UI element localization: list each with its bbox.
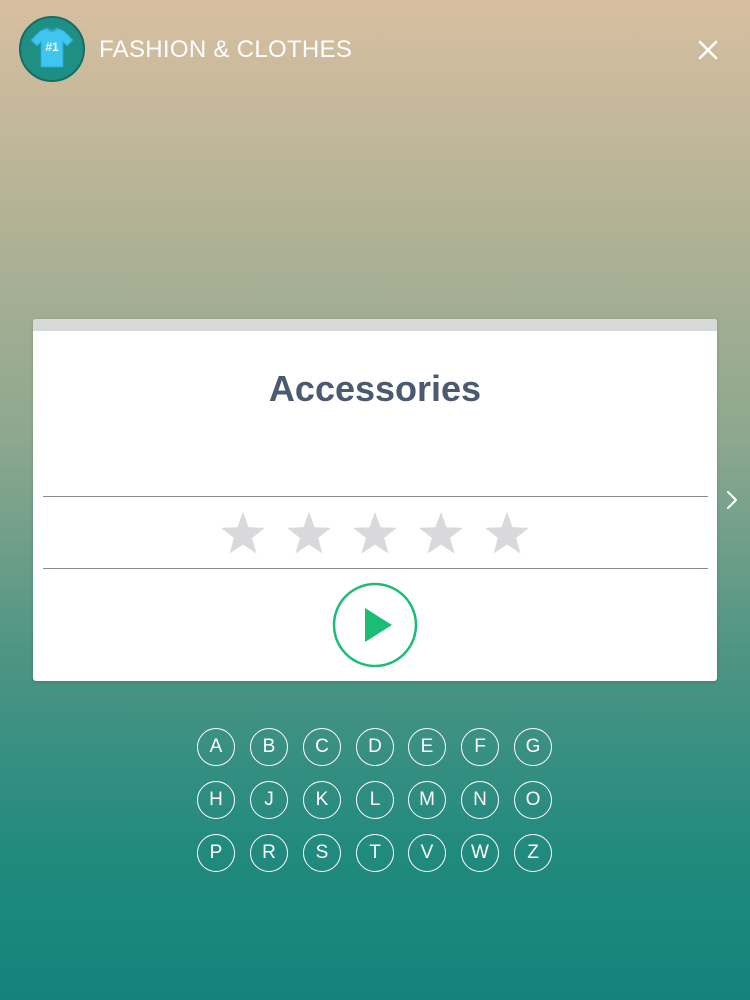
- letter-button-g[interactable]: G: [514, 728, 552, 766]
- category-title: FASHION & CLOTHES: [99, 36, 353, 63]
- tshirt-logo-icon: #1: [19, 16, 85, 82]
- letter-button-t[interactable]: T: [356, 834, 394, 872]
- letter-button-d[interactable]: D: [356, 728, 394, 766]
- play-button[interactable]: [332, 582, 418, 668]
- next-level-arrow[interactable]: [722, 486, 742, 514]
- letter-button-s[interactable]: S: [303, 834, 341, 872]
- star-3-icon: [353, 512, 397, 554]
- header: #1 FASHION & CLOTHES: [0, 0, 750, 100]
- close-icon: [698, 40, 718, 60]
- star-2-icon: [287, 512, 331, 554]
- letter-button-c[interactable]: C: [303, 728, 341, 766]
- letter-button-f[interactable]: F: [461, 728, 499, 766]
- divider-top: [43, 496, 708, 497]
- star-4-icon: [419, 512, 463, 554]
- level-title: Accessories: [268, 368, 482, 409]
- letter-button-j[interactable]: J: [250, 781, 288, 819]
- letter-button-k[interactable]: K: [303, 781, 341, 819]
- letter-button-l[interactable]: L: [356, 781, 394, 819]
- letter-button-n[interactable]: N: [461, 781, 499, 819]
- play-icon: [332, 582, 418, 668]
- letter-button-m[interactable]: M: [408, 781, 446, 819]
- letter-button-o[interactable]: O: [514, 781, 552, 819]
- star-1-icon: [221, 512, 265, 554]
- card-top-bar: [33, 319, 717, 331]
- star-5-icon: [485, 512, 529, 554]
- letter-button-h[interactable]: H: [197, 781, 235, 819]
- letter-button-p[interactable]: P: [197, 834, 235, 872]
- divider-bottom: [43, 568, 708, 569]
- close-button[interactable]: [690, 32, 726, 68]
- star-rating: [210, 508, 540, 560]
- letter-button-w[interactable]: W: [461, 834, 499, 872]
- letter-button-e[interactable]: E: [408, 728, 446, 766]
- letter-button-r[interactable]: R: [250, 834, 288, 872]
- letter-button-z[interactable]: Z: [514, 834, 552, 872]
- letter-button-a[interactable]: A: [197, 728, 235, 766]
- letter-button-v[interactable]: V: [408, 834, 446, 872]
- letter-button-b[interactable]: B: [250, 728, 288, 766]
- chevron-right-icon: [727, 491, 737, 509]
- logo-badge-text: #1: [45, 40, 59, 54]
